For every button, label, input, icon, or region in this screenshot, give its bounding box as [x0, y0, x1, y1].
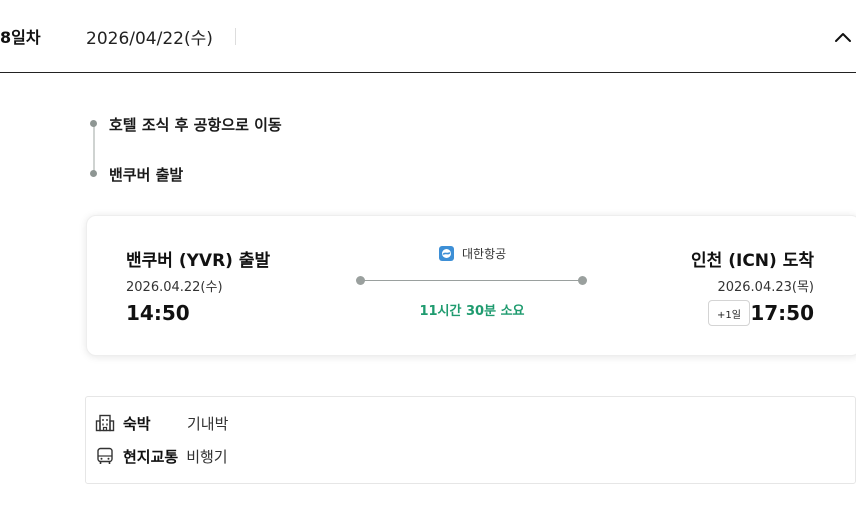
day-date: 2026/04/22(수): [86, 29, 213, 49]
schedule-timeline: 호텔 조식 후 공항으로 이동 밴쿠버 출발: [88, 112, 488, 192]
lodging-value: 기내박: [187, 414, 229, 433]
route-line: [360, 280, 582, 281]
collapse-button[interactable]: [830, 24, 856, 50]
building-icon: [95, 413, 115, 433]
arrival-title: 인천 (ICN) 도착: [691, 251, 814, 271]
departure-date: 2026.04.22(수): [126, 280, 223, 295]
day-label: 8일차: [0, 28, 41, 47]
timeline-dot: [90, 120, 97, 127]
arrival-time: 17:50: [750, 301, 814, 325]
timeline-item: 호텔 조식 후 공항으로 이동: [109, 116, 282, 134]
flight-card: 밴쿠버 (YVR) 출발 2026.04.22(수) 14:50 대한항공 11…: [86, 215, 856, 356]
departure-title: 밴쿠버 (YVR) 출발: [126, 251, 271, 271]
departure-time: 14:50: [126, 301, 190, 325]
bus-icon: [95, 446, 115, 466]
header-divider: [235, 28, 236, 45]
lodging-row: 숙박 기내박: [95, 412, 228, 434]
transport-value: 비행기: [186, 447, 228, 466]
airline-name: 대한항공: [462, 246, 507, 261]
day-offset-badge: +1일: [708, 300, 750, 326]
airline: 대한항공: [439, 244, 506, 262]
timeline-connector: [93, 122, 95, 174]
korean-air-logo-icon: [439, 245, 454, 261]
arrival-date: 2026.04.23(목): [717, 280, 814, 295]
day-header[interactable]: 8일차 2026/04/22(수): [0, 0, 856, 73]
timeline-item: 밴쿠버 출발: [109, 166, 184, 184]
flight-duration: 11시간 30분 소요: [419, 304, 525, 319]
route-end-dot: [578, 276, 587, 285]
chevron-up-icon: [835, 33, 851, 42]
day-info-box: 숙박 기내박 현지교통 비행기: [85, 396, 856, 484]
transport-label: 현지교통: [123, 447, 179, 466]
lodging-label: 숙박: [123, 414, 151, 433]
timeline-dot: [90, 170, 97, 177]
route-start-dot: [356, 276, 365, 285]
transport-row: 현지교통 비행기: [95, 445, 228, 467]
